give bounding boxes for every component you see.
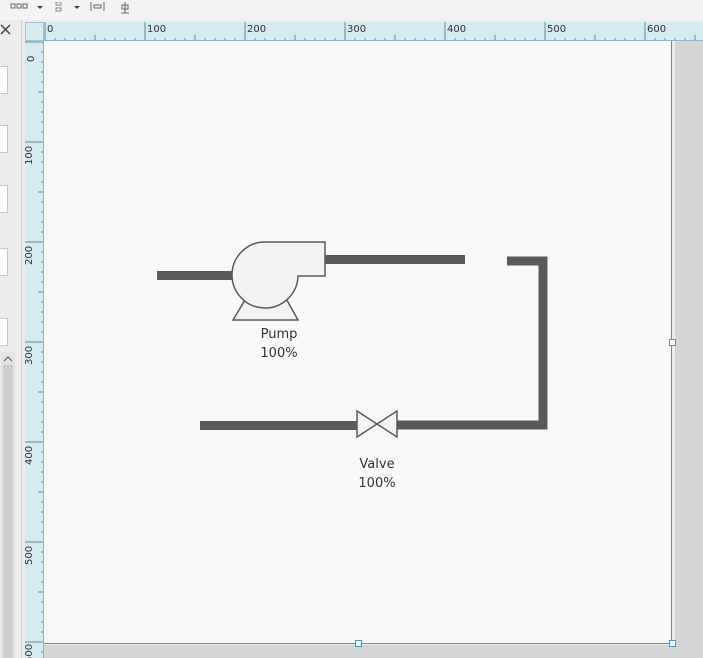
valve-name-label: Valve	[359, 457, 395, 472]
pipe-outlet[interactable]	[200, 421, 357, 430]
pipe-diagram	[157, 241, 548, 439]
valve-symbol[interactable]	[356, 409, 398, 439]
pump-value-label: 100%	[260, 346, 298, 361]
resize-handle-corner[interactable]	[669, 640, 676, 647]
pipe-inlet[interactable]	[157, 271, 237, 280]
pump-symbol[interactable]	[231, 241, 326, 321]
pipe-pump-outlet[interactable]	[324, 255, 465, 264]
pipe-return[interactable]	[396, 256, 548, 430]
pump-name-label: Pump	[260, 327, 298, 342]
resize-handle-right[interactable]	[669, 339, 676, 346]
resize-handle-bottom[interactable]	[355, 640, 362, 647]
valve-value-label: 100%	[358, 476, 396, 491]
